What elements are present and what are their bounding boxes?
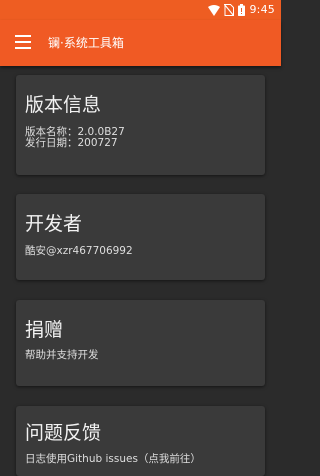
donate-title: 捐赠 [25,319,64,341]
developer-text: 酷安@xzr467706992 [25,245,133,257]
developer-card[interactable]: 开发者 酷安@xzr467706992 [16,194,265,280]
status-time: 9:45 [249,3,275,16]
no-sim-icon [224,4,235,16]
app-bar: 镧·系统工具箱 [0,20,281,66]
version-info-card: 版本信息 版本名称：2.0.0B27 发行日期：200727 [16,75,265,175]
status-icons: 9:45 [208,3,275,17]
wifi-icon [208,4,221,16]
version-info-details: 版本名称：2.0.0B27 发行日期：200727 [25,127,125,149]
donate-card[interactable]: 捐赠 帮助并支持开发 [16,300,265,386]
release-date-text: 发行日期：200727 [25,137,118,149]
feedback-title: 问题反馈 [25,422,102,444]
version-info-title: 版本信息 [25,94,102,116]
status-bar: 9:45 [0,0,281,20]
menu-icon[interactable] [15,35,31,49]
feedback-card[interactable]: 问题反馈 日志使用Github issues（点我前往） [16,406,265,476]
app-title: 镧·系统工具箱 [48,36,124,50]
battery-icon [238,4,246,16]
developer-title: 开发者 [25,213,83,235]
donate-text: 帮助并支持开发 [25,349,99,361]
